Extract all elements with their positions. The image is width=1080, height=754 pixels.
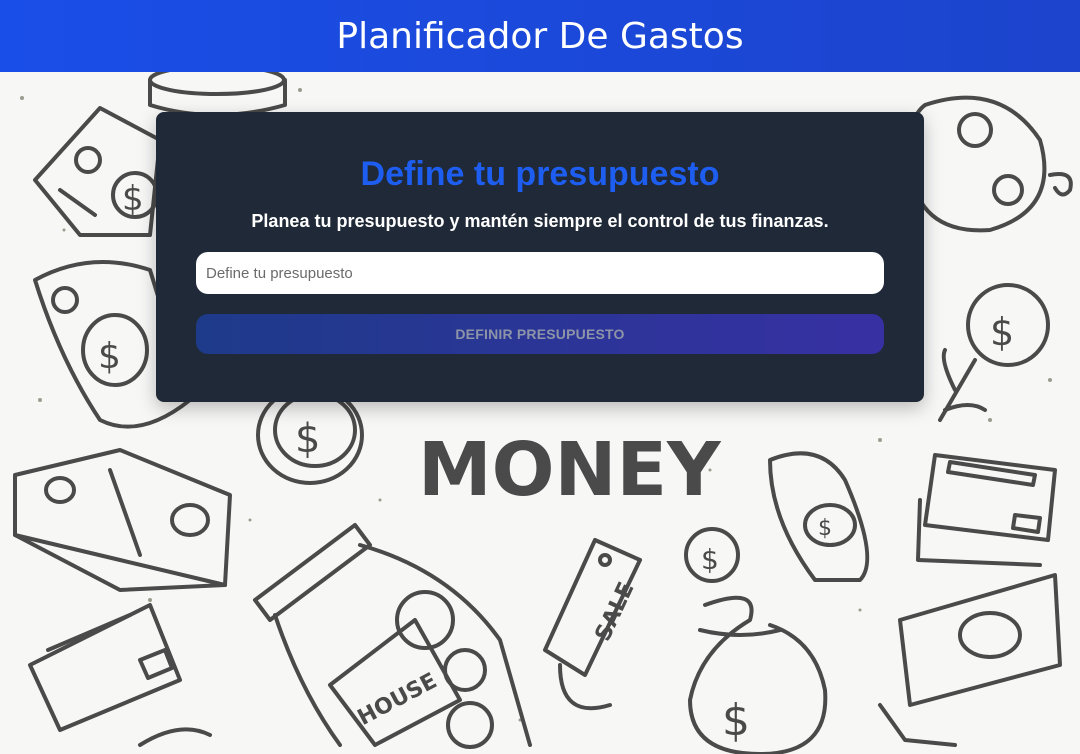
dollar-sign-7: $: [990, 310, 1014, 354]
budget-form-card: Define tu presupuesto Planea tu presupue…: [156, 112, 924, 402]
app-header: Planificador De Gastos: [0, 0, 1080, 72]
credit-card-doodle: [28, 603, 182, 732]
bill-bundle-doodle: [13, 448, 232, 592]
dollar-sign-3: $: [295, 416, 320, 462]
money-word: MONEY: [418, 427, 722, 513]
budget-heading: Define tu presupuesto: [360, 155, 720, 193]
budget-subtitle: Planea tu presupuesto y mantén siempre e…: [251, 211, 829, 231]
corner-doodles: [138, 703, 957, 747]
piggy-doodle: [907, 95, 1073, 233]
coin-stack-doodle: [148, 64, 287, 117]
sale-tag-doodle: [543, 538, 642, 711]
dollar-sign-4: $: [722, 695, 750, 746]
app-title: Planificador De Gastos: [336, 15, 744, 57]
bill-doodle-right: [898, 573, 1062, 707]
define-budget-button[interactable]: DEFINIR PRESUPUESTO: [196, 314, 884, 354]
jar-label: HOUSE: [354, 668, 442, 730]
dollar-sign-1: $: [122, 179, 144, 219]
money-bag-doodle: [688, 595, 828, 754]
dollar-sign-5: $: [701, 543, 719, 576]
budget-input[interactable]: [196, 252, 884, 294]
dollar-sign-6: $: [818, 516, 832, 541]
dollar-sign-2: $: [98, 336, 121, 377]
sale-tag-label: SALE: [591, 578, 640, 645]
credit-cards-doodle: [916, 453, 1057, 567]
